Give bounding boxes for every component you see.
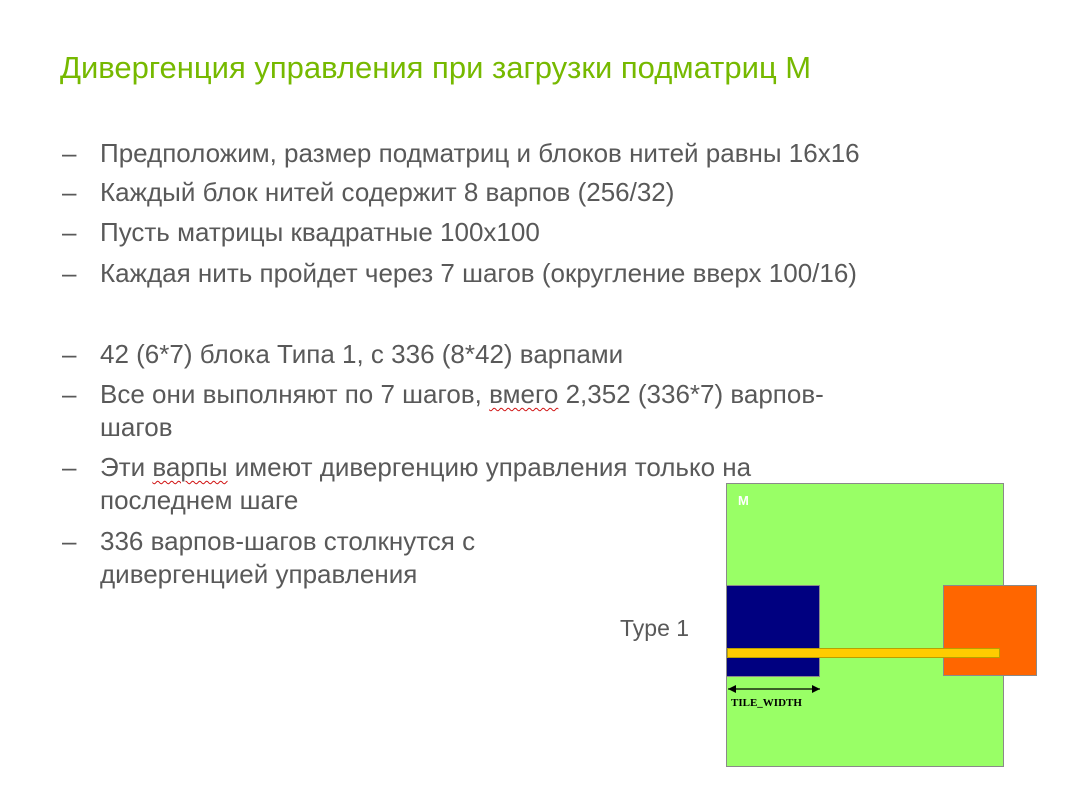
bullet-text-part: 2,352 (336*7) варпов-	[558, 379, 824, 409]
bullet-text: Эти варпы имеют дивергенцию управления т…	[100, 451, 751, 484]
slide-title: Дивергенция управления при загрузки подм…	[60, 50, 812, 85]
bullet-text: Пусть матрицы квадратные 100x100	[100, 217, 540, 247]
bullet-text-part: Эти	[100, 452, 153, 482]
tile-orange	[943, 585, 1037, 676]
bullet-dash: –	[62, 452, 77, 482]
spellcheck-word: варпы	[152, 452, 228, 482]
bullet-dash: –	[62, 138, 77, 168]
bullet-text-continuation: дивергенцией управления	[100, 559, 418, 589]
bullet-item: – Предположим, размер подматриц и блоков…	[62, 137, 860, 170]
bullet-item: – Эти варпы имеют дивергенцию управления…	[62, 451, 751, 517]
bullet-dash: –	[62, 217, 77, 247]
bullet-text-part: имеют дивергенцию управления только на	[227, 452, 752, 482]
bullet-dash: –	[62, 379, 77, 409]
spellcheck-word: вмего	[489, 379, 559, 409]
bullet-text: Каждый блок нитей содержит 8 варпов (256…	[100, 177, 675, 207]
bullet-item: – Каждый блок нитей содержит 8 варпов (2…	[62, 176, 674, 209]
bullet-item: – Все они выполняют по 7 шагов, вмего 2,…	[62, 378, 824, 444]
bullet-dash: –	[62, 339, 77, 369]
bullet-dash: –	[62, 526, 77, 556]
bullet-dash: –	[62, 177, 77, 207]
bullet-item: – Пусть матрицы квадратные 100x100	[62, 216, 540, 249]
tile-width-arrow	[728, 685, 820, 693]
type-1-label: Type 1	[620, 615, 690, 641]
bullet-item: – 42 (6*7) блока Типа 1, с 336 (8*42) ва…	[62, 338, 623, 371]
bullet-dash: –	[62, 258, 77, 288]
row-strip-bar	[727, 648, 1000, 658]
bullet-text: Все они выполняют по 7 шагов, вмего 2,35…	[100, 378, 824, 411]
bullet-text: Каждая нить пройдет через 7 шагов (округ…	[100, 258, 857, 288]
bullet-text: 42 (6*7) блока Типа 1, с 336 (8*42) варп…	[100, 339, 624, 369]
matrix-m-label: M	[738, 493, 749, 508]
bullet-text: 336 варпов-шагов столкнутся с	[100, 526, 476, 556]
tile-width-label: TILE_WIDTH	[731, 697, 802, 709]
tile-type1-blue	[726, 585, 820, 677]
bullet-text: Предположим, размер подматриц и блоков н…	[100, 138, 860, 168]
bullet-item: – 336 варпов-шагов столкнутся с диверген…	[62, 525, 475, 591]
bullet-text-part: Все они выполняют по 7 шагов,	[100, 379, 490, 409]
bullet-text-continuation: последнем шаге	[100, 485, 299, 515]
bullet-text-continuation: шагов	[100, 412, 173, 442]
bullet-item: – Каждая нить пройдет через 7 шагов (окр…	[62, 257, 857, 290]
